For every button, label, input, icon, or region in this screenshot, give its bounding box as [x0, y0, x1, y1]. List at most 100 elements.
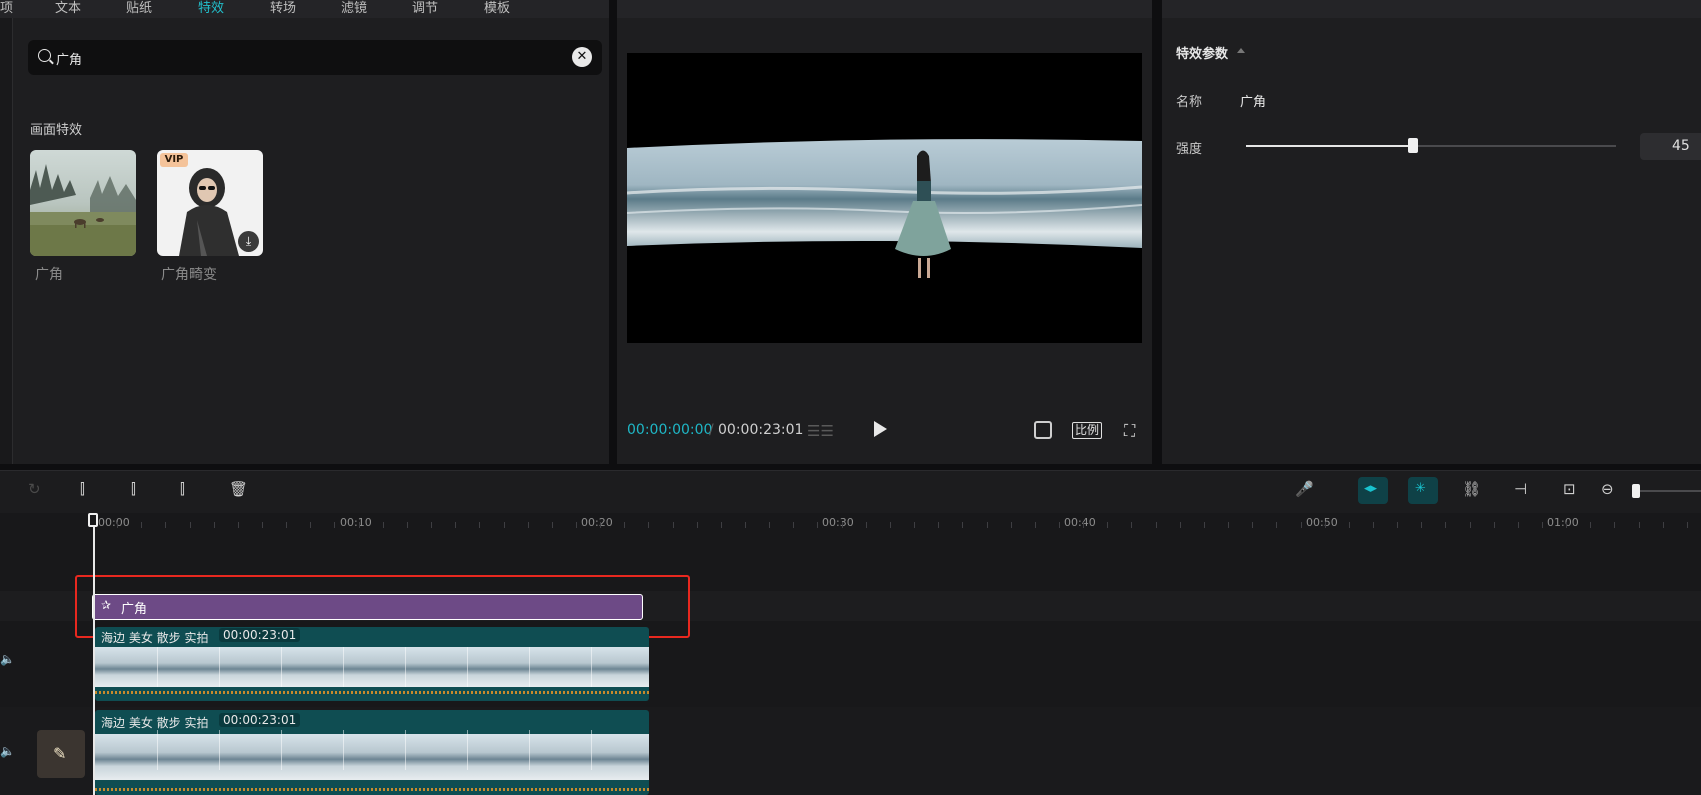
ruler-tick: [648, 522, 649, 528]
redo-icon[interactable]: ↻: [28, 480, 41, 498]
params-title: 特效参数: [1176, 47, 1229, 62]
preview-axis-icon[interactable]: ⊣: [1514, 480, 1527, 498]
search-icon: [38, 49, 51, 62]
ruler-tick: [1276, 522, 1277, 528]
section-title: 画面特效: [30, 123, 83, 138]
preview-header: [617, 0, 1152, 18]
video-clip[interactable]: 海边 美女 散步 实拍 00:00:23:01: [95, 627, 649, 701]
tab-transitions[interactable]: 转场: [270, 0, 296, 16]
effect-thumbnail: [30, 150, 136, 256]
ruler-tick: [1107, 522, 1108, 528]
strength-value: 45: [1672, 138, 1690, 154]
tab-adjust[interactable]: 调节: [412, 0, 438, 16]
frame-separator: [157, 647, 158, 687]
zoom-timeline-icon[interactable]: ⊡: [1563, 480, 1576, 498]
video-clip[interactable]: 海边 美女 散步 实拍 00:00:23:01: [95, 710, 649, 795]
split-icon[interactable]: ⫿: [80, 480, 85, 498]
close-icon[interactable]: ✕: [572, 47, 592, 67]
strength-slider-thumb[interactable]: [1408, 138, 1418, 153]
tab-media[interactable]: 项: [0, 0, 13, 16]
frame-separator: [529, 647, 530, 687]
preview-frame: [626, 139, 1143, 278]
frame-separator: [405, 730, 406, 770]
ruler-tick: [238, 522, 239, 528]
ruler-tick: [262, 522, 263, 528]
frame-separator: [281, 730, 282, 770]
tab-stickers[interactable]: 贴纸: [126, 0, 152, 16]
ruler-tick: [1542, 522, 1543, 528]
ruler-tick: [890, 522, 891, 528]
ruler-tick: [1663, 522, 1664, 528]
ruler-tick: [842, 522, 843, 528]
time-separator: /: [709, 422, 714, 438]
ruler-tick: [721, 522, 722, 528]
params-panel: [1162, 0, 1701, 464]
speaker-icon[interactable]: 🔈: [0, 744, 15, 758]
tab-text[interactable]: 文本: [55, 0, 81, 16]
ruler-tick: [359, 522, 360, 528]
vip-badge: VIP: [160, 153, 188, 167]
ruler-tick: [1252, 522, 1253, 528]
audio-waveform: [95, 788, 649, 791]
ruler-tick: [769, 522, 770, 528]
category-tabs: 项 文本 贴纸 特效 转场 滤镜 调节 模板: [0, 0, 609, 18]
clip-duration: 00:00:23:01: [219, 628, 301, 642]
tab-templates[interactable]: 模板: [484, 0, 510, 16]
playhead-handle[interactable]: [88, 513, 98, 527]
params-header: [1162, 0, 1701, 18]
list-icon[interactable]: ☰☰: [807, 422, 834, 440]
zoom-fit-icon[interactable]: [1034, 421, 1052, 439]
download-icon[interactable]: ⤓: [238, 231, 259, 252]
effect-card-wide-angle[interactable]: [30, 150, 136, 256]
link-icon[interactable]: ⛓: [1462, 480, 1481, 498]
strength-input[interactable]: 45: [1640, 133, 1701, 160]
clip-title: 海边 美女 散步 实拍: [101, 716, 209, 730]
auto-snap-button[interactable]: ✳: [1408, 477, 1438, 504]
ruler-tick: [1518, 522, 1519, 528]
effect-search-input[interactable]: 广角 ✕: [28, 40, 602, 75]
clip-duration: 00:00:23:01: [219, 713, 301, 727]
zoom-slider-track[interactable]: [1640, 490, 1701, 492]
speaker-icon[interactable]: 🔈: [0, 652, 15, 666]
ruler-tick: [1687, 522, 1688, 528]
microphone-icon[interactable]: 🎤: [1295, 480, 1314, 498]
ruler-tick: [214, 522, 215, 528]
main-track-magnet-button[interactable]: ◂▸: [1358, 477, 1388, 504]
ratio-button[interactable]: 比例: [1072, 422, 1103, 439]
ruler-tick: [1470, 522, 1471, 528]
ruler-tick: [1204, 522, 1205, 528]
delete-icon[interactable]: 🗑: [229, 480, 248, 498]
frame-separator: [219, 730, 220, 770]
frame-separator: [529, 730, 530, 770]
frame-separator: [467, 647, 468, 687]
effect-card-label: 广角: [35, 267, 63, 283]
zoom-slider-thumb[interactable]: [1632, 484, 1640, 498]
ruler-tick: [1228, 522, 1229, 528]
effect-card-label: 广角畸变: [161, 267, 217, 283]
ruler-tick: [624, 522, 625, 528]
tab-effects[interactable]: 特效: [198, 0, 224, 16]
ruler-tick: [1301, 522, 1302, 528]
play-icon[interactable]: [874, 421, 887, 437]
frame-separator: [281, 647, 282, 687]
ruler-tick: [1373, 522, 1374, 528]
playhead-line[interactable]: [93, 513, 95, 795]
trim-right-icon[interactable]: ⫿: [180, 480, 185, 498]
effect-card-wide-angle-distortion[interactable]: VIP ⤓: [157, 150, 263, 256]
zoom-out-icon[interactable]: ⊖: [1601, 480, 1614, 498]
ruler-tick: [914, 522, 915, 528]
trim-left-icon[interactable]: ⫿: [131, 480, 136, 498]
ruler-tick: [1035, 522, 1036, 528]
ruler-tick: [1011, 522, 1012, 528]
tab-filters[interactable]: 滤镜: [341, 0, 367, 16]
fullscreen-icon[interactable]: ⛶: [1124, 421, 1135, 441]
video-preview[interactable]: [626, 53, 1143, 343]
ruler-tick: [165, 522, 166, 528]
frame-separator: [591, 647, 592, 687]
ruler-tick: [528, 522, 529, 528]
ruler-tick: [1494, 522, 1495, 528]
collapse-icon[interactable]: [1237, 48, 1245, 53]
ruler-tick: [1131, 522, 1132, 528]
frame-separator: [467, 730, 468, 770]
cover-thumbnail[interactable]: ✎: [37, 730, 85, 778]
